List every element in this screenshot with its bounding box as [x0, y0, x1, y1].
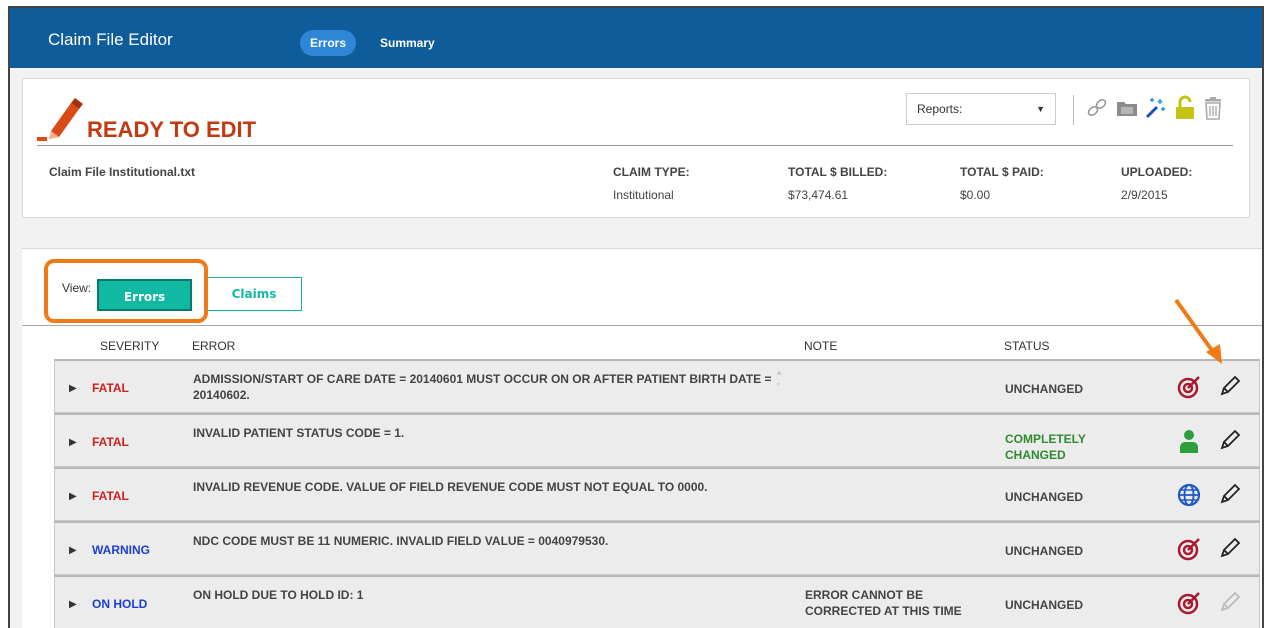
- severity-cell: ON HOLD: [92, 597, 148, 611]
- divider: [37, 145, 1233, 146]
- expand-icon[interactable]: ▶: [69, 491, 77, 502]
- highlight-annotation: [44, 259, 208, 323]
- total-billed-label: TOTAL $ BILLED:: [788, 165, 888, 179]
- edit-pencil-icon: [37, 98, 83, 141]
- table-row[interactable]: ▶ FATAL INVALID PATIENT STATUS CODE = 1.…: [54, 413, 1260, 467]
- app-window: Claim File Editor Errors Summary READY T…: [8, 6, 1264, 628]
- status-cell: UNCHANGED: [1005, 382, 1083, 396]
- severity-cell: WARNING: [92, 543, 150, 557]
- scroll-arrows-icon[interactable]: ^ ˇ: [777, 369, 781, 393]
- expand-icon[interactable]: ▶: [69, 545, 77, 556]
- claim-type-value: Institutional: [613, 188, 674, 202]
- app-title: Claim File Editor: [48, 30, 173, 49]
- folder-icon[interactable]: [1115, 95, 1139, 121]
- total-paid-label: TOTAL $ PAID:: [960, 165, 1044, 179]
- trash-icon[interactable]: [1201, 95, 1225, 121]
- target-icon[interactable]: [1177, 591, 1201, 615]
- header-note: NOTE: [804, 339, 838, 353]
- edit-pencil-icon[interactable]: [1219, 429, 1241, 451]
- uploaded-value: 2/9/2015: [1121, 188, 1168, 202]
- arrow-annotation-icon: [1174, 298, 1222, 364]
- reports-dropdown-label: Reports:: [917, 102, 963, 116]
- target-icon[interactable]: [1177, 537, 1201, 561]
- total-paid-value: $0.00: [960, 188, 991, 202]
- edit-pencil-icon[interactable]: [1219, 537, 1241, 559]
- table-row[interactable]: ▶ WARNING NDC CODE MUST BE 11 NUMERIC. I…: [54, 521, 1260, 575]
- error-cell: ON HOLD DUE TO HOLD ID: 1: [193, 588, 364, 602]
- error-cell: ADMISSION/START OF CARE DATE = 20140601 …: [193, 372, 772, 402]
- unlock-icon[interactable]: [1173, 95, 1197, 121]
- errors-panel: View: Errors Claims SEVERITY ERROR NOTE …: [22, 248, 1262, 628]
- main-content: READY TO EDIT Reports: ▼ Claim File Inst…: [10, 68, 1262, 628]
- total-billed-value: $73,474.61: [788, 188, 849, 202]
- tab-errors[interactable]: Errors: [300, 30, 357, 56]
- header-error: ERROR: [192, 339, 236, 353]
- edit-pencil-icon[interactable]: [1219, 483, 1241, 505]
- person-icon[interactable]: [1177, 429, 1201, 453]
- error-cell: INVALID REVENUE CODE. VALUE OF FIELD REV…: [193, 480, 708, 494]
- expand-icon[interactable]: ▶: [69, 437, 77, 448]
- link-icon[interactable]: [1085, 95, 1109, 121]
- target-icon[interactable]: [1177, 375, 1201, 399]
- status-cell: UNCHANGED: [1005, 490, 1083, 504]
- toolbar-divider: [1073, 95, 1074, 125]
- table-row[interactable]: ▶ FATAL INVALID REVENUE CODE. VALUE OF F…: [54, 467, 1260, 521]
- uploaded-label: UPLOADED:: [1121, 165, 1193, 179]
- magic-wand-icon[interactable]: [1143, 95, 1167, 121]
- error-cell: INVALID PATIENT STATUS CODE = 1.: [193, 426, 405, 440]
- table-top-rule: [22, 325, 1262, 326]
- reports-dropdown[interactable]: Reports: ▼: [906, 93, 1056, 125]
- edit-pencil-icon[interactable]: [1219, 375, 1241, 397]
- error-table-body: ▶ FATAL ADMISSION/START OF CARE DATE = 2…: [54, 359, 1260, 628]
- severity-cell: FATAL: [92, 489, 129, 503]
- table-row[interactable]: ▶ FATAL ADMISSION/START OF CARE DATE = 2…: [54, 359, 1260, 413]
- severity-cell: FATAL: [92, 381, 129, 395]
- chevron-down-icon: ▼: [1036, 104, 1045, 114]
- tab-summary[interactable]: Summary: [370, 30, 445, 56]
- view-claims-button[interactable]: Claims: [206, 277, 302, 311]
- severity-cell: FATAL: [92, 435, 129, 449]
- table-row[interactable]: ▶ ON HOLD ON HOLD DUE TO HOLD ID: 1 ERRO…: [54, 575, 1260, 628]
- globe-icon[interactable]: [1177, 483, 1201, 507]
- claim-type-label: CLAIM TYPE:: [613, 165, 690, 179]
- status-cell: UNCHANGED: [1005, 598, 1083, 612]
- claim-info-panel: READY TO EDIT Reports: ▼ Claim File Inst…: [22, 78, 1250, 218]
- note-cell: ERROR CANNOT BE CORRECTED AT THIS TIME: [805, 588, 962, 618]
- error-cell: NDC CODE MUST BE 11 NUMERIC. INVALID FIE…: [193, 534, 609, 548]
- edit-pencil-disabled-icon: [1220, 591, 1241, 612]
- status-cell: COMPLETELY CHANGED: [1005, 432, 1086, 462]
- status-cell: UNCHANGED: [1005, 544, 1083, 558]
- claim-file-name: Claim File Institutional.txt: [49, 165, 196, 179]
- expand-icon[interactable]: ▶: [69, 599, 77, 610]
- status-title: READY TO EDIT: [87, 117, 257, 142]
- header-status: STATUS: [1004, 339, 1050, 353]
- header-severity: SEVERITY: [100, 339, 160, 353]
- top-navbar: Claim File Editor Errors Summary: [10, 8, 1262, 68]
- expand-icon[interactable]: ▶: [69, 383, 77, 394]
